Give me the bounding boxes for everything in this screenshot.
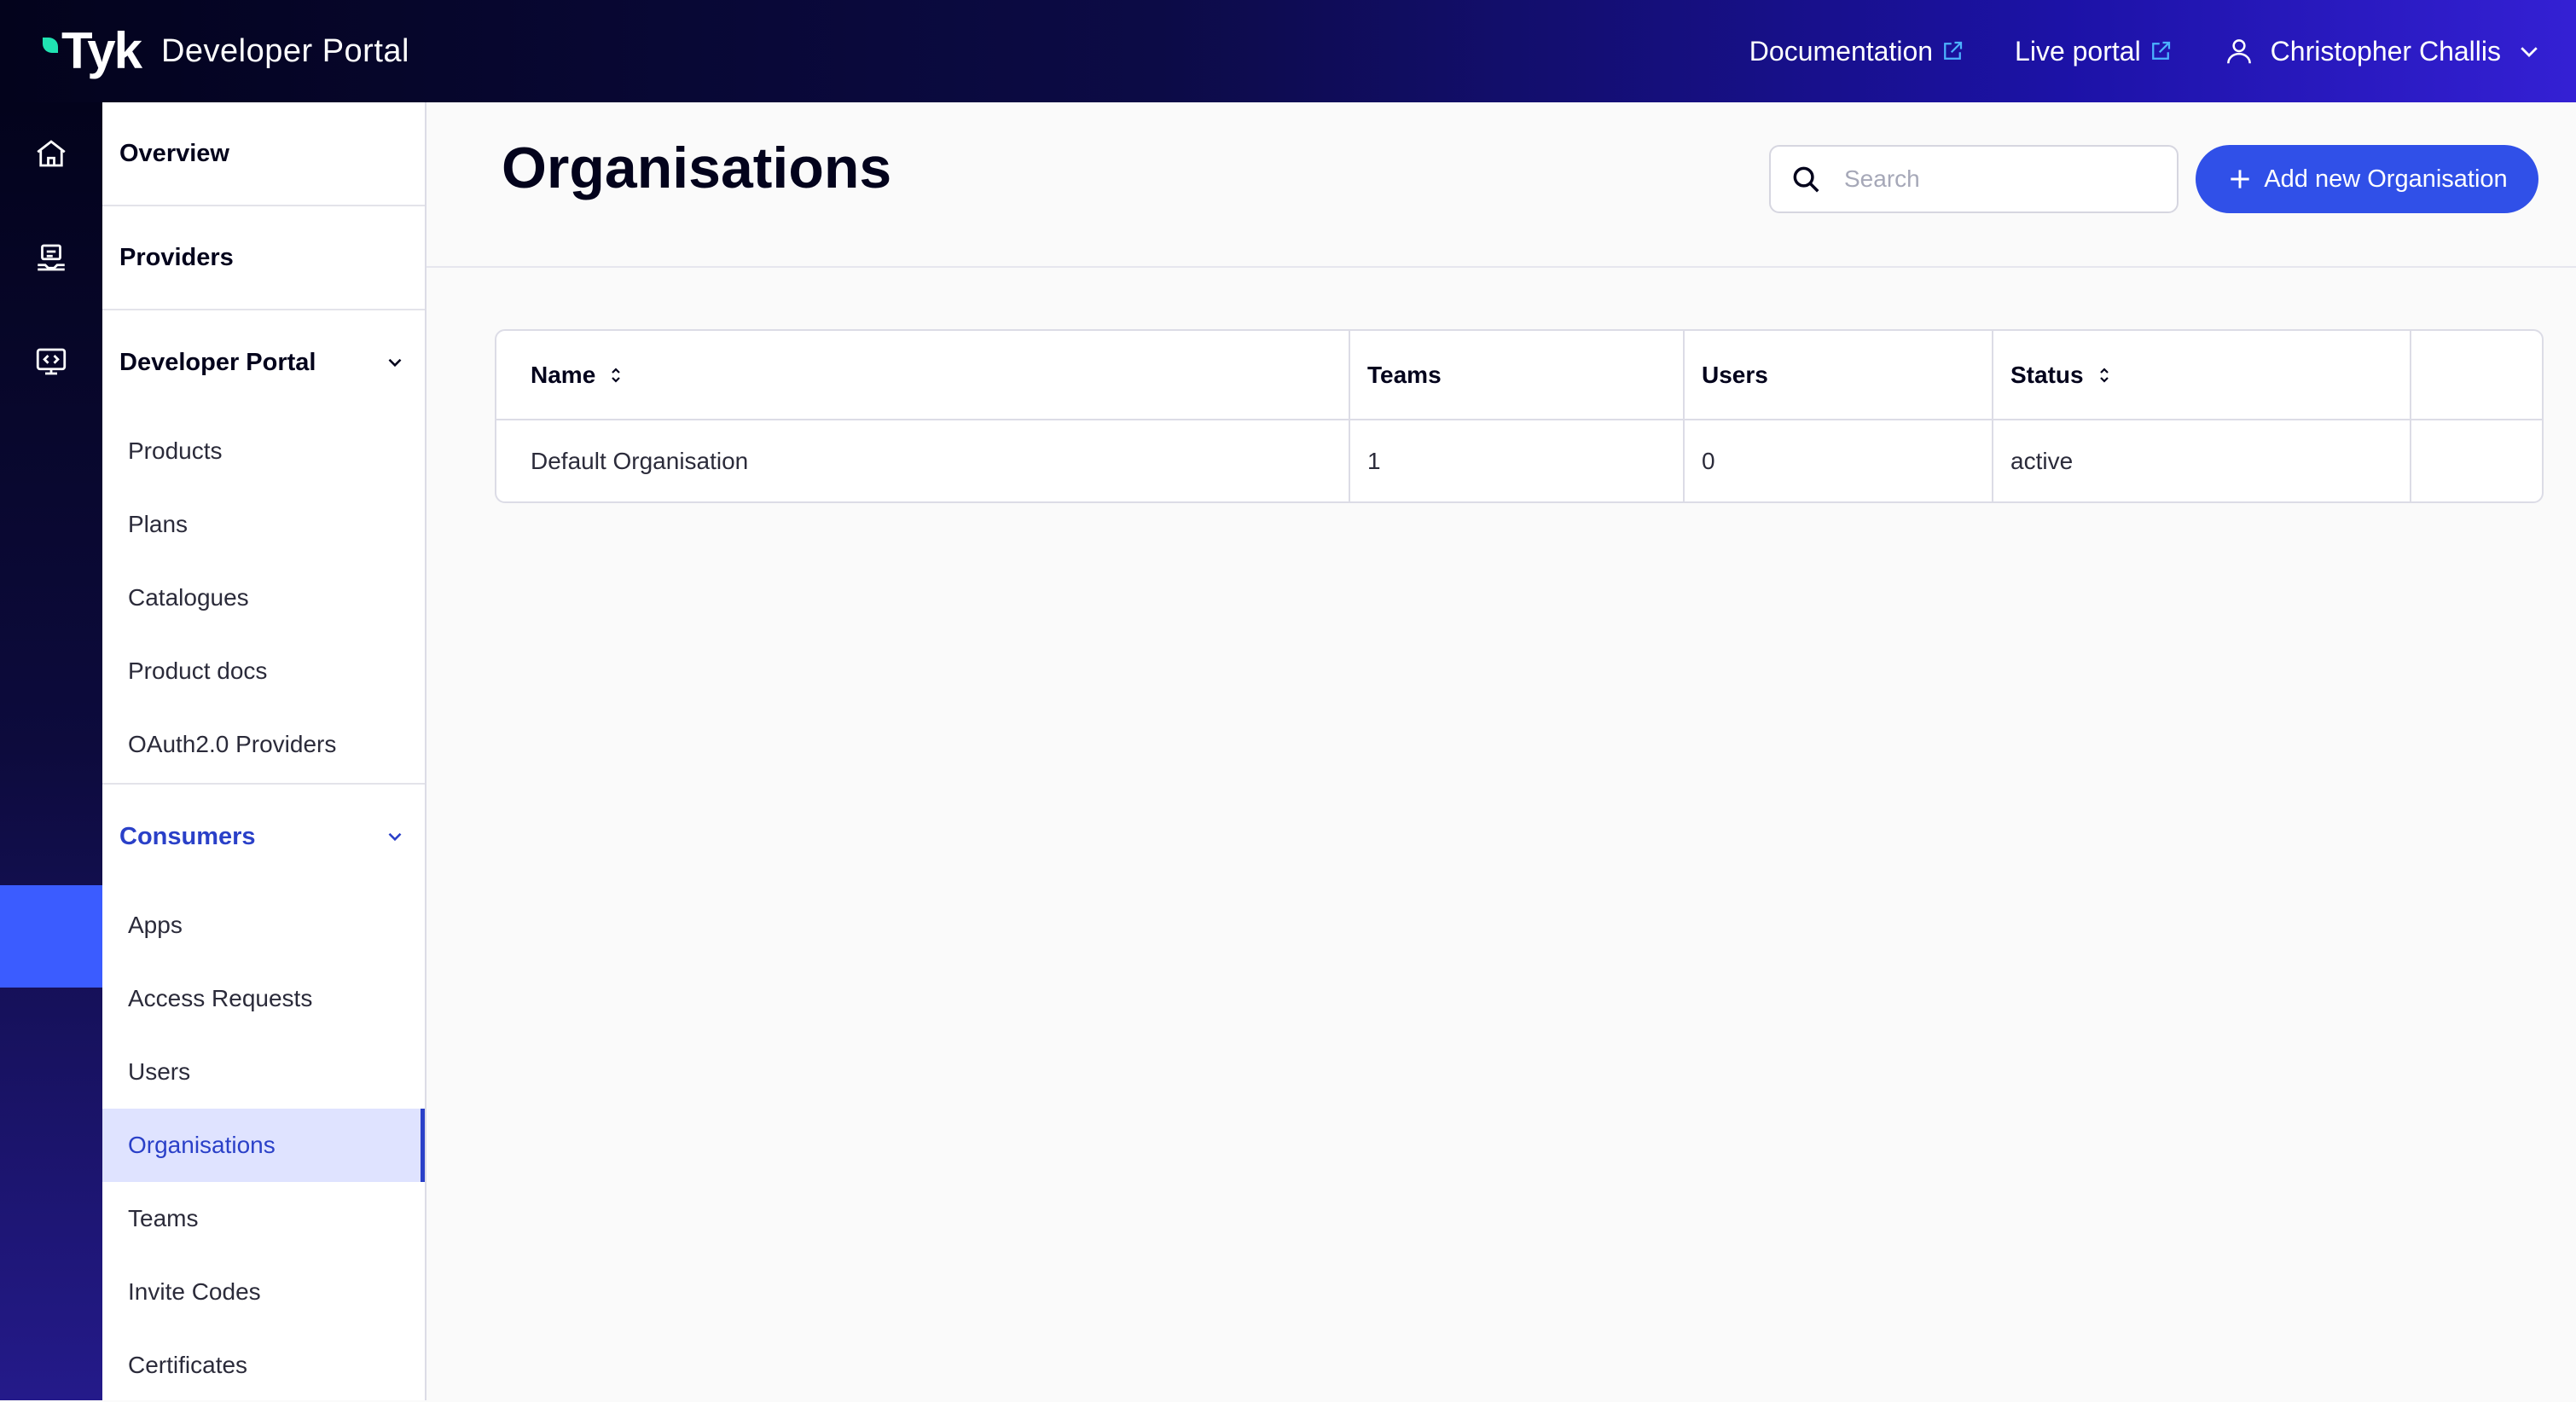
cell-users: 0 — [1684, 420, 1993, 501]
page-title: Organisations — [502, 136, 892, 200]
nav-developer-portal[interactable]: Developer Portal — [102, 310, 425, 414]
nav-apps[interactable]: Apps — [102, 889, 425, 962]
search-icon — [1793, 166, 1819, 193]
top-actions: Documentation Live portal Christopher Ch… — [1749, 35, 2542, 67]
chevron-down-icon — [388, 358, 402, 368]
developer-portal-icon — [36, 348, 67, 375]
sort-icon — [2099, 367, 2109, 383]
nav-providers-label: Providers — [119, 243, 234, 271]
column-header-actions — [2411, 331, 2542, 420]
rail-consumers[interactable] — [0, 885, 102, 988]
consumers-submenu: Apps Access Requests Users Organisations… — [102, 889, 425, 1402]
nav-organisations[interactable]: Organisations — [102, 1109, 425, 1182]
developer-portal-submenu: Products Plans Catalogues Product docs O… — [102, 414, 425, 785]
nav-consumers-label: Consumers — [119, 822, 256, 850]
live-portal-label: Live portal — [2015, 35, 2141, 67]
column-header-users: Users — [1684, 331, 1993, 420]
search-input[interactable] — [1844, 165, 2151, 193]
add-organisation-label: Add new Organisation — [2264, 165, 2508, 193]
brand-logo-text: Tyk — [61, 22, 142, 79]
external-link-icon — [1944, 41, 1963, 60]
cell-teams: 1 — [1349, 420, 1685, 501]
nav-invite-codes[interactable]: Invite Codes — [102, 1255, 425, 1329]
cell-name[interactable]: Default Organisation — [496, 420, 1350, 501]
main-content: Organisations Add new Organisation Name — [426, 102, 2576, 1400]
page-header: Organisations Add new Organisation — [426, 102, 2576, 268]
nav-developer-portal-label: Developer Portal — [119, 348, 316, 376]
leaf-icon — [43, 38, 58, 53]
documentation-label: Documentation — [1749, 35, 1934, 67]
rail-providers[interactable] — [0, 206, 102, 309]
nav-product-docs[interactable]: Product docs — [102, 634, 425, 708]
top-bar: Tyk Developer Portal Documentation Live … — [0, 0, 2576, 102]
table-header-row: Name Teams Users Status — [496, 331, 2542, 420]
nav-overview[interactable]: Overview — [102, 102, 425, 206]
live-portal-link[interactable]: Live portal — [2015, 36, 2173, 67]
chevron-down-icon — [388, 832, 402, 842]
home-icon — [37, 140, 66, 167]
brand[interactable]: Tyk Developer Portal — [43, 24, 409, 78]
nav-users[interactable]: Users — [102, 1035, 425, 1109]
cell-actions[interactable] — [2411, 420, 2542, 501]
icon-rail — [0, 102, 102, 1400]
nav-overview-label: Overview — [119, 139, 229, 167]
organisations-table: Name Teams Users Status Default Organisa… — [495, 329, 2544, 503]
side-nav: Overview Providers Developer Portal Prod… — [102, 102, 426, 1400]
rail-developer-portal[interactable] — [0, 310, 102, 413]
plus-icon — [2231, 170, 2249, 188]
column-header-teams: Teams — [1349, 331, 1685, 420]
nav-catalogues[interactable]: Catalogues — [102, 561, 425, 634]
column-header-status-label: Status — [2010, 361, 2084, 388]
nav-products[interactable]: Products — [102, 414, 425, 488]
add-organisation-button[interactable]: Add new Organisation — [2196, 145, 2538, 213]
providers-icon — [38, 244, 65, 271]
tyk-logo: Tyk — [43, 22, 142, 79]
documentation-link[interactable]: Documentation — [1749, 36, 1965, 67]
user-name: Christopher Challis — [2270, 35, 2501, 67]
table-row[interactable]: Default Organisation 1 0 active — [496, 420, 2542, 501]
nav-access-requests[interactable]: Access Requests — [102, 962, 425, 1035]
user-menu[interactable]: Christopher Challis — [2223, 35, 2542, 67]
sort-icon — [612, 367, 621, 383]
rail-home[interactable] — [0, 102, 102, 205]
column-header-status[interactable]: Status — [1993, 331, 2411, 420]
external-link-icon — [2151, 41, 2170, 60]
column-header-name[interactable]: Name — [496, 331, 1350, 420]
user-icon — [2226, 39, 2251, 64]
nav-certificates[interactable]: Certificates — [102, 1329, 425, 1402]
search-box[interactable] — [1769, 145, 2179, 213]
nav-plans[interactable]: Plans — [102, 488, 425, 561]
nav-teams[interactable]: Teams — [102, 1182, 425, 1255]
nav-providers[interactable]: Providers — [102, 206, 425, 310]
chevron-down-icon — [2521, 47, 2538, 57]
nav-oauth-providers[interactable]: OAuth2.0 Providers — [102, 708, 425, 781]
cell-status: active — [1993, 420, 2411, 501]
nav-consumers[interactable]: Consumers — [102, 785, 425, 889]
column-header-name-label: Name — [531, 361, 596, 388]
brand-subtitle: Developer Portal — [160, 32, 409, 69]
